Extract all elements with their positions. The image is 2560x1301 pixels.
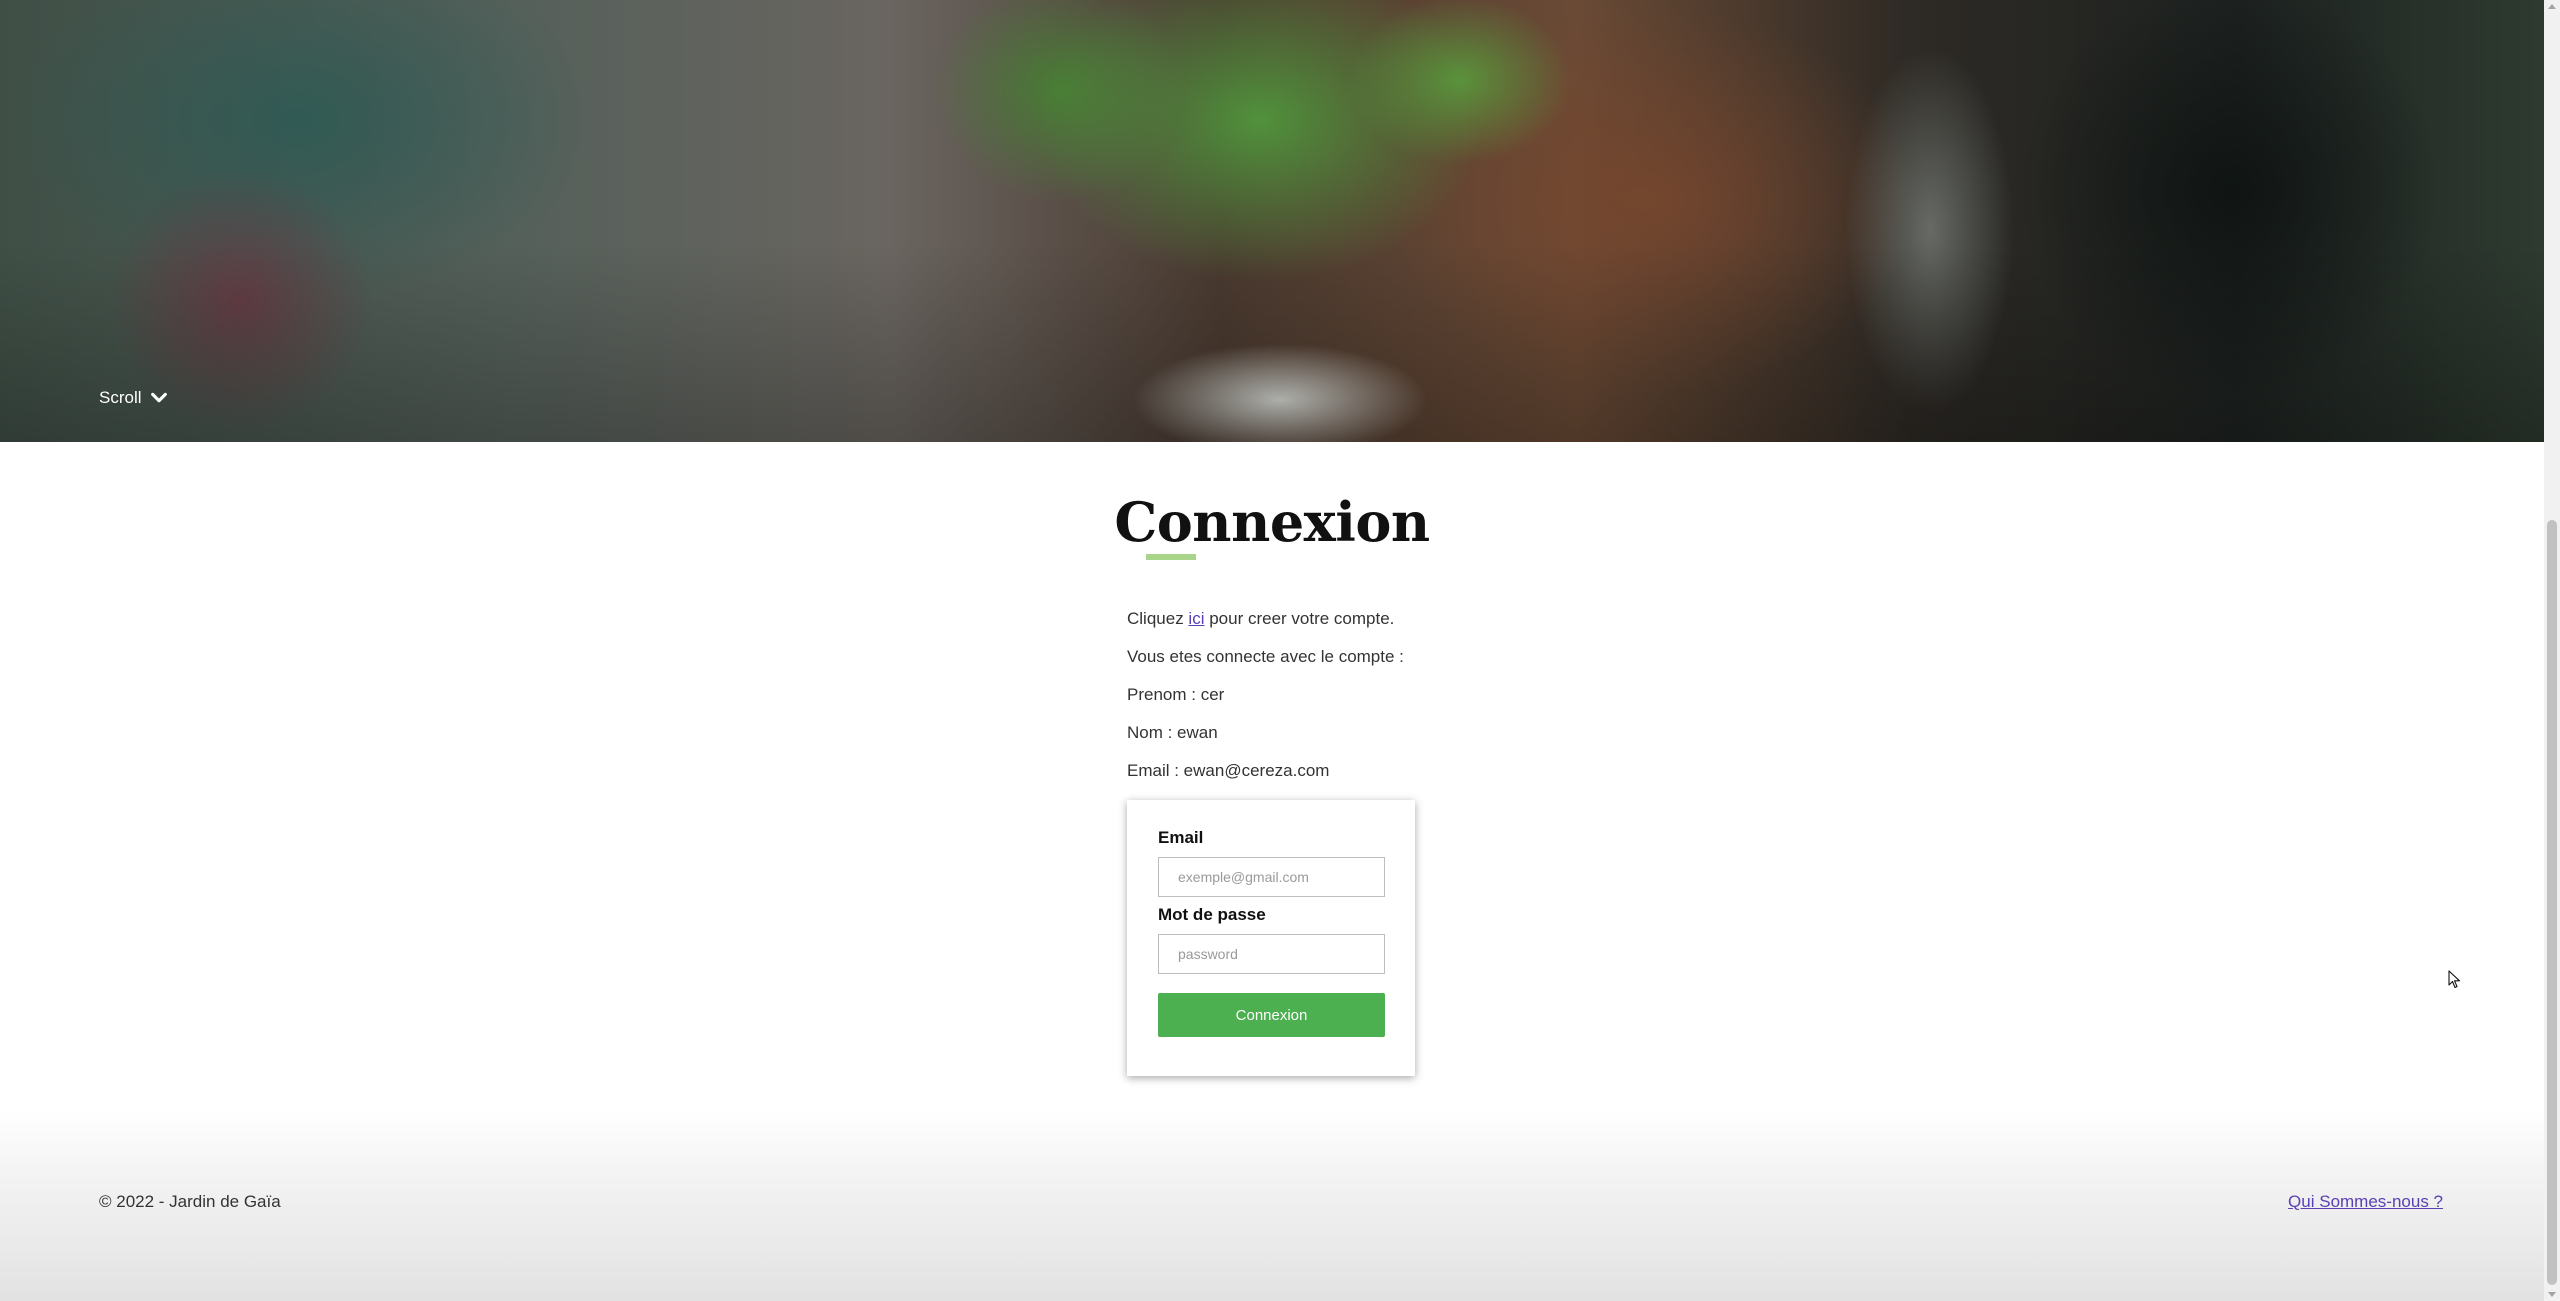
page: Scroll Connexion Cliquez ici pour creer …: [0, 0, 2544, 1301]
connected-as-text: Vous etes connecte avec le compte :: [1127, 647, 1404, 666]
title-wrap: Connexion: [0, 490, 2544, 554]
title-underline: [1146, 554, 1196, 560]
footer: [0, 1110, 2544, 1301]
scroll-link[interactable]: Scroll: [99, 388, 168, 408]
page-title: Connexion: [1114, 490, 1430, 554]
copyright-text: © 2022 - Jardin de Gaïa: [99, 1192, 281, 1211]
scroll-label: Scroll: [99, 388, 142, 407]
scroll-up-icon[interactable]: [2548, 4, 2556, 9]
prenom-text: Prenom : cer: [1127, 685, 1225, 704]
email-text: Email : ewan@cereza.com: [1127, 761, 1330, 780]
connexion-button[interactable]: Connexion: [1158, 993, 1385, 1037]
login-card: Email Mot de passe Connexion: [1127, 800, 1415, 1076]
create-account-text: Cliquez ici pour creer votre compte.: [1127, 606, 1404, 644]
scroll-down-icon[interactable]: [2548, 1292, 2556, 1297]
email-label: Email: [1158, 828, 1204, 847]
hero-banner: Scroll: [0, 0, 2544, 442]
vertical-scrollbar[interactable]: [2544, 0, 2560, 1301]
account-info: Cliquez ici pour creer votre compte. Vou…: [1127, 606, 1404, 796]
chevron-down-icon: [150, 392, 167, 403]
create-account-prefix: Cliquez: [1127, 609, 1189, 628]
email-input[interactable]: [1158, 857, 1385, 897]
password-input[interactable]: [1158, 934, 1385, 974]
about-link[interactable]: Qui Sommes-nous ?: [2288, 1192, 2443, 1212]
create-account-suffix: pour creer votre compte.: [1204, 609, 1395, 628]
nom-text: Nom : ewan: [1127, 723, 1218, 742]
scrollbar-thumb[interactable]: [2547, 520, 2557, 1285]
create-account-link[interactable]: ici: [1188, 609, 1204, 628]
mouse-cursor-icon: [2448, 970, 2461, 989]
password-label: Mot de passe: [1158, 905, 1266, 924]
